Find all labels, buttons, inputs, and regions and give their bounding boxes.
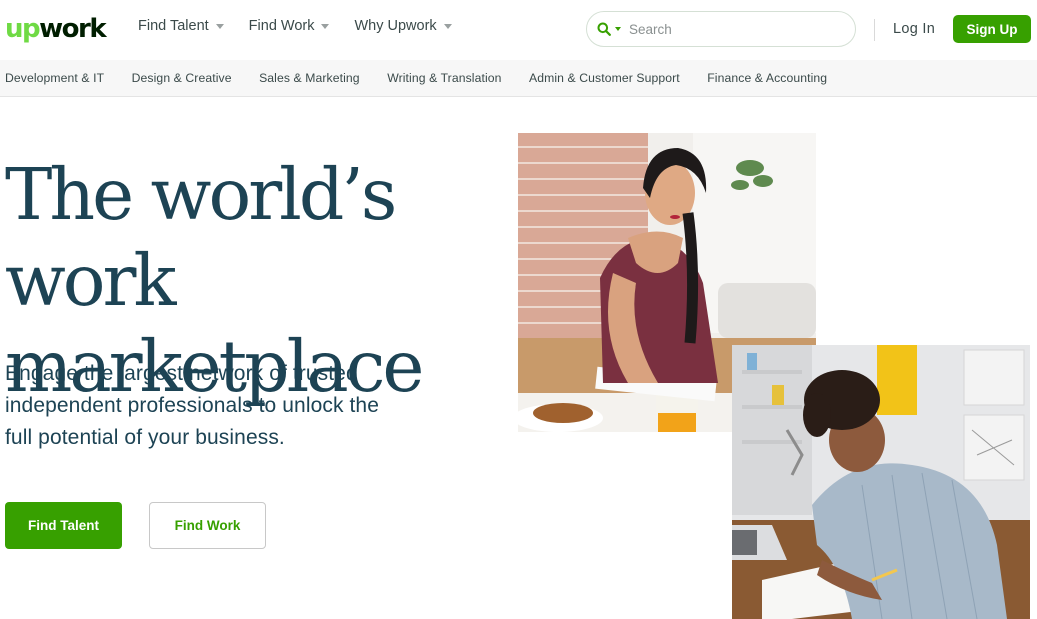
nav-find-talent[interactable]: Find Talent	[138, 18, 224, 34]
logo-work-text: work	[39, 14, 107, 44]
find-work-button[interactable]: Find Work	[149, 502, 266, 549]
nav-find-work-label: Find Work	[248, 18, 315, 34]
category-finance-accounting[interactable]: Finance & Accounting	[707, 71, 827, 85]
search-bar	[586, 11, 856, 47]
chevron-down-icon	[215, 24, 224, 29]
category-design-creative[interactable]: Design & Creative	[132, 71, 232, 85]
upwork-logo[interactable]: upwork	[5, 13, 107, 45]
nav-why-upwork[interactable]: Why Upwork	[354, 18, 452, 34]
nav-find-talent-label: Find Talent	[138, 18, 209, 34]
hero-subtext: Engage the largest network of trusted in…	[5, 362, 379, 449]
category-admin-support[interactable]: Admin & Customer Support	[529, 71, 680, 85]
nav-why-upwork-label: Why Upwork	[354, 18, 437, 34]
header-divider	[874, 19, 875, 41]
main-nav: Find Talent Find Work Why Upwork	[138, 18, 477, 34]
hero-headline-line1: The world’s work	[5, 153, 397, 322]
category-development-it[interactable]: Development & IT	[5, 71, 104, 85]
find-talent-button[interactable]: Find Talent	[5, 502, 122, 549]
category-bar: Development & IT Design & Creative Sales…	[0, 60, 1037, 97]
nav-find-work[interactable]: Find Work	[249, 18, 330, 34]
hero-photo-man	[732, 345, 1030, 619]
category-sales-marketing[interactable]: Sales & Marketing	[259, 71, 360, 85]
top-header: upwork Find Talent Find Work Why Upwork …	[0, 0, 1037, 60]
search-type-dropdown-icon[interactable]	[615, 27, 621, 31]
category-writing-translation[interactable]: Writing & Translation	[387, 71, 501, 85]
login-link[interactable]: Log In	[893, 21, 935, 37]
search-input[interactable]	[629, 21, 839, 37]
chevron-down-icon	[321, 24, 330, 29]
signup-button[interactable]: Sign Up	[953, 15, 1031, 43]
chevron-down-icon	[443, 24, 452, 29]
logo-up-text: up	[5, 14, 41, 44]
search-icon[interactable]	[597, 22, 611, 36]
